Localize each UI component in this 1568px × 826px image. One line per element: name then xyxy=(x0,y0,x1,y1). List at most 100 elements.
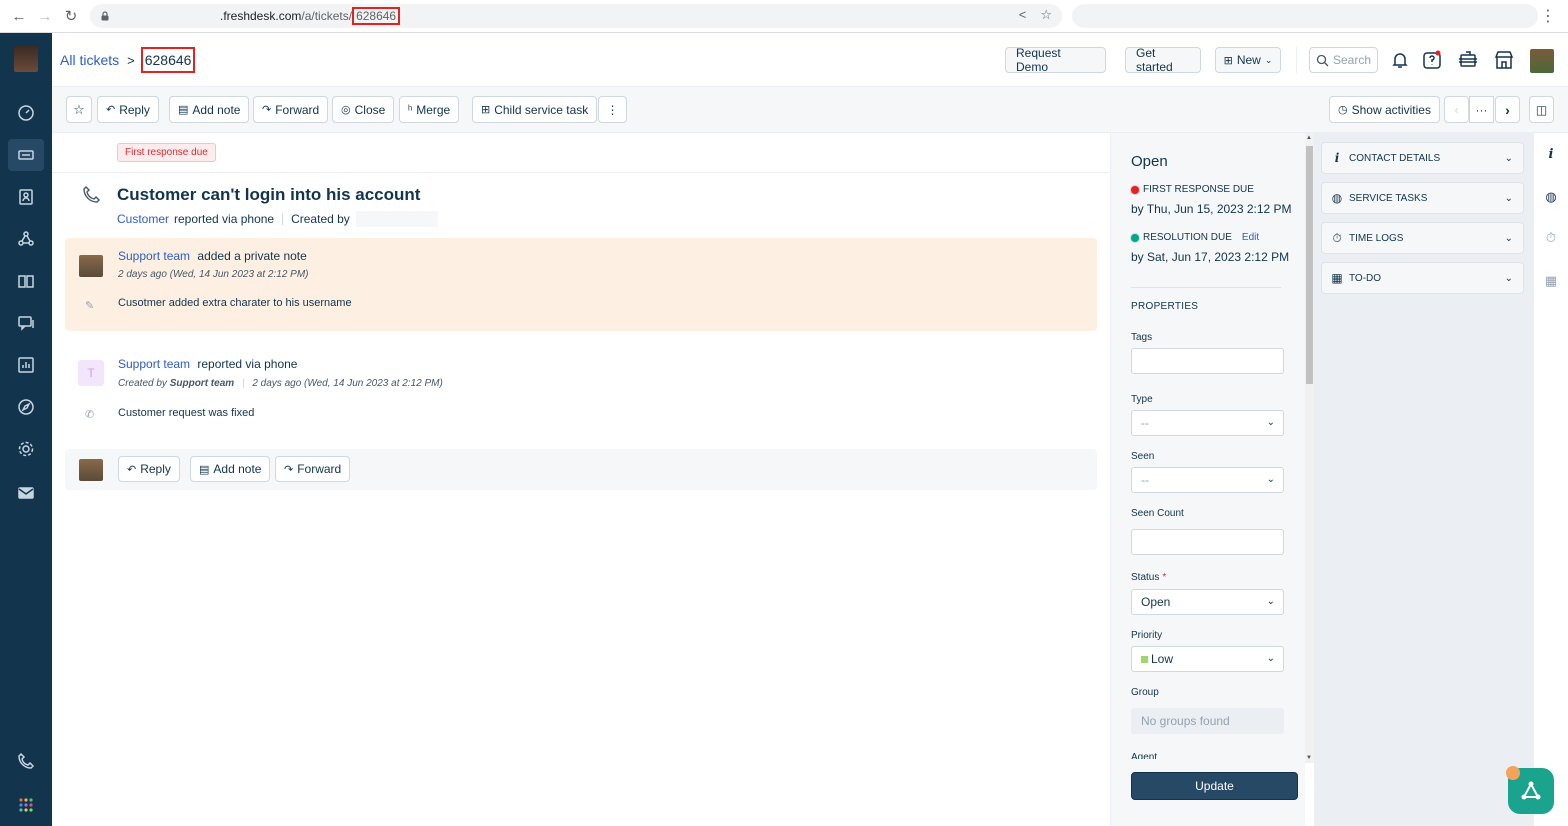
scrollbar-thumb[interactable] xyxy=(1306,146,1313,384)
requester-link[interactable]: Customer xyxy=(117,212,169,226)
add-note-label: Add note xyxy=(192,102,241,117)
created-by-text: Created by xyxy=(291,212,350,226)
share-icon[interactable]: < xyxy=(1019,7,1027,23)
add-note-button[interactable]: ▤ Add note xyxy=(169,96,250,123)
address-bar[interactable]: .freshdesk.com /a/tickets/ 628646 < ☆ xyxy=(90,4,1062,28)
user-avatar[interactable] xyxy=(1530,49,1554,73)
breadcrumb-ticket-id: 628646 xyxy=(140,47,196,73)
first-response-label-text: FIRST RESPONSE DUE xyxy=(1143,184,1254,195)
sidebar-item-groups[interactable] xyxy=(8,223,44,255)
scroll-down-icon[interactable]: ▼ xyxy=(1306,755,1312,761)
plus-box-icon: ⊞ xyxy=(481,104,491,116)
reload-icon[interactable]: ↻ xyxy=(60,5,82,27)
sidebar-item-app-switcher[interactable] xyxy=(8,789,44,821)
note-author-link[interactable]: Support team xyxy=(118,249,190,263)
sidebar-item-dashboard[interactable] xyxy=(8,97,44,129)
browser-menu-icon[interactable]: ⋮ xyxy=(1540,6,1556,26)
show-activities-label: Show activities xyxy=(1351,102,1431,117)
priority-value: Low xyxy=(1151,652,1174,666)
note-header: Support team added a private note xyxy=(118,249,307,263)
sidebar-item-knowledge-base[interactable] xyxy=(8,265,44,297)
forward-arrow-icon[interactable]: → xyxy=(34,5,56,27)
lock-icon xyxy=(101,11,109,21)
prev-ticket-button[interactable]: ‹ xyxy=(1444,96,1469,123)
chevron-left-icon: ‹ xyxy=(1454,102,1459,117)
toggle-panel-button[interactable]: ◫ xyxy=(1529,96,1554,123)
red-status-dot-icon xyxy=(1131,185,1139,194)
org-avatar[interactable] xyxy=(14,46,38,72)
created-by-prefix: Created by xyxy=(118,378,167,389)
sidebar-item-phone[interactable] xyxy=(8,745,44,777)
check-circle-icon: ◎ xyxy=(341,104,351,116)
ticket-pager-more[interactable]: ··· xyxy=(1469,96,1494,123)
todo-label: TO-DO xyxy=(1349,272,1382,284)
note-body: Cusotmer added extra charater to his use… xyxy=(118,297,352,309)
star-ticket-button[interactable]: ☆ xyxy=(66,96,92,123)
sidebar-item-contacts[interactable] xyxy=(8,181,44,213)
bookmark-star-icon[interactable]: ☆ xyxy=(1040,7,1052,23)
app-grid-icon xyxy=(19,798,33,812)
sidebar-item-reports[interactable] xyxy=(8,349,44,381)
properties-scrollbar[interactable]: ▲ ▼ xyxy=(1305,133,1314,763)
reported-via-text: reported via phone xyxy=(174,212,275,226)
search-placeholder: Search xyxy=(1333,53,1372,67)
tags-input[interactable] xyxy=(1131,348,1284,374)
sidebar-item-forums[interactable] xyxy=(8,307,44,339)
back-arrow-icon[interactable]: ← xyxy=(8,5,30,27)
child-service-task-button[interactable]: ⊞ Child service task xyxy=(472,96,598,123)
more-actions-button[interactable]: ⋮ xyxy=(598,96,627,123)
help-icon[interactable] xyxy=(1420,48,1444,72)
search-input[interactable]: Search xyxy=(1309,47,1378,73)
close-label: Close xyxy=(354,102,386,117)
phone-icon xyxy=(18,752,35,769)
contacts-icon xyxy=(19,189,33,205)
product-switcher-icon[interactable] xyxy=(1456,48,1480,72)
priority-select[interactable]: Low ⌄ xyxy=(1131,646,1284,672)
close-ticket-button[interactable]: ◎ Close xyxy=(332,96,395,123)
tags-label: Tags xyxy=(1131,332,1153,343)
sidebar-item-tickets[interactable] xyxy=(8,139,44,171)
request-demo-button[interactable]: Request Demo xyxy=(1005,46,1106,74)
forward-arrow-icon: ↷ xyxy=(262,104,272,116)
forward-button[interactable]: ↷ Forward xyxy=(253,96,329,123)
sidebar-item-email[interactable] xyxy=(8,477,44,509)
todo-widget[interactable]: ▦ TO-DO ⌄ xyxy=(1321,262,1524,294)
status-select[interactable]: Open ⌄ xyxy=(1131,589,1284,615)
seen-count-input[interactable] xyxy=(1131,529,1284,555)
seen-select[interactable]: -- ⌄ xyxy=(1131,467,1284,493)
browser-toolbar: ← → ↻ .freshdesk.com /a/tickets/ 628646 … xyxy=(0,0,1568,33)
stopwatch-icon[interactable]: ⏱ xyxy=(1542,230,1560,246)
next-ticket-button[interactable]: › xyxy=(1495,96,1520,123)
chevron-down-icon: ⌄ xyxy=(1504,232,1513,244)
show-activities-button[interactable]: ◷ Show activities xyxy=(1329,96,1440,123)
sidebar-item-service-tasks[interactable] xyxy=(8,391,44,423)
sidebar-item-admin[interactable] xyxy=(8,433,44,465)
bottom-reply-button[interactable]: ↶ Reply xyxy=(118,456,180,482)
bottom-add-note-button[interactable]: ▤ Add note xyxy=(190,456,271,482)
notifications-bell-icon[interactable] xyxy=(1388,48,1412,72)
type-select[interactable]: -- ⌄ xyxy=(1131,410,1284,436)
child-task-label: Child service task xyxy=(494,102,589,117)
update-button[interactable]: Update xyxy=(1131,772,1298,800)
forward-label: Forward xyxy=(275,102,320,117)
get-started-button[interactable]: Get started xyxy=(1125,46,1201,74)
marketplace-store-icon[interactable] xyxy=(1492,48,1516,72)
new-dropdown-button[interactable]: ⊞ New ⌄ xyxy=(1215,47,1281,73)
bottom-forward-button[interactable]: ↷ Forward xyxy=(275,456,351,482)
time-logs-label: TIME LOGS xyxy=(1349,232,1404,244)
calendar-icon[interactable]: ▦ xyxy=(1542,273,1560,289)
contact-details-widget[interactable]: i CONTACT DETAILS ⌄ xyxy=(1321,142,1524,174)
time-logs-widget[interactable]: ⏱ TIME LOGS ⌄ xyxy=(1321,222,1524,254)
group-label: Group xyxy=(1131,687,1159,698)
type-label: Type xyxy=(1131,394,1153,405)
reply-button[interactable]: ↶ Reply xyxy=(97,96,159,123)
service-tasks-widget[interactable]: ◍ SERVICE TASKS ⌄ xyxy=(1321,182,1524,214)
info-icon[interactable]: i xyxy=(1542,147,1560,162)
compass-icon[interactable]: ◍ xyxy=(1542,189,1560,205)
breadcrumb-all-tickets[interactable]: All tickets xyxy=(60,52,119,68)
conversation-author-link[interactable]: Support team xyxy=(118,357,190,371)
resolution-edit-link[interactable]: Edit xyxy=(1242,232,1259,243)
ticket-icon xyxy=(18,150,34,160)
merge-button[interactable]: ʰ Merge xyxy=(399,96,460,123)
scroll-up-icon[interactable]: ▲ xyxy=(1306,135,1312,141)
